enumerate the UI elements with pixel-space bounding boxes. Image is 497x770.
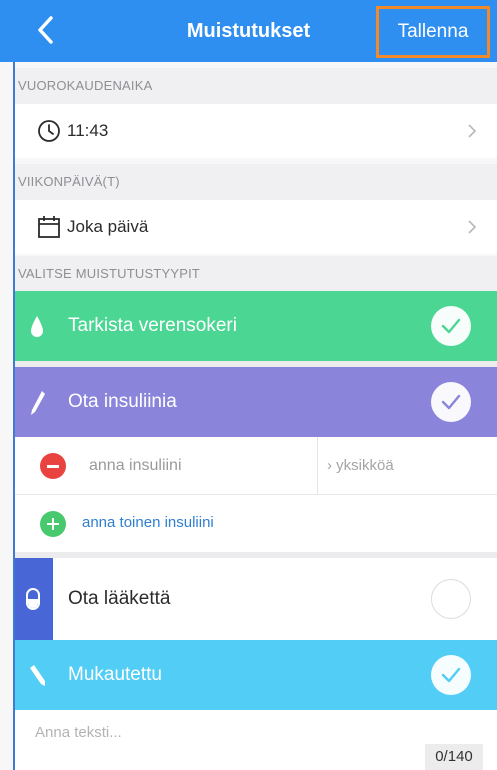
check-toggle[interactable]	[431, 382, 471, 422]
pill-strip	[15, 558, 53, 640]
weekday-row[interactable]: Joka päivä	[15, 200, 497, 254]
weekday-section-heading: VIIKONPÄIVÄ(T)	[15, 164, 497, 200]
time-section-heading: VUOROKAUDENAIKA	[15, 68, 497, 104]
unit-selector[interactable]: › yksikköä	[327, 437, 394, 494]
nav-bar: Muistutukset Tallenna	[0, 0, 497, 62]
time-row[interactable]: 11:43	[15, 104, 497, 158]
reminder-insulin[interactable]: Ota insuliinia	[15, 367, 497, 437]
pill-icon	[26, 588, 40, 610]
insulin-name-input[interactable]: anna insuliini	[89, 437, 182, 494]
check-toggle[interactable]	[431, 579, 471, 619]
reminder-label: Ota insuliinia	[68, 391, 177, 412]
syringe-icon	[31, 391, 45, 415]
checkmark-icon	[441, 318, 461, 334]
left-rail	[13, 0, 15, 770]
types-section-heading: VALITSE MUISTUTUSTYYPIT	[15, 256, 497, 292]
check-toggle[interactable]	[431, 655, 471, 695]
minus-icon	[47, 464, 59, 468]
character-counter: 0/140	[425, 744, 483, 770]
checkmark-icon	[441, 394, 461, 410]
reminder-medicine[interactable]: Ota lääkettä	[15, 558, 497, 640]
add-insulin-button[interactable]	[40, 511, 66, 537]
calendar-icon	[38, 216, 60, 238]
remove-insulin-button[interactable]	[40, 453, 66, 479]
reminder-custom[interactable]: Mukautettu	[15, 640, 497, 710]
back-button[interactable]	[30, 14, 62, 46]
check-toggle[interactable]	[431, 306, 471, 346]
reminders-screen: Muistutukset Tallenna VUOROKAUDENAIKA 11…	[0, 0, 497, 770]
add-insulin-link[interactable]: anna toinen insuliini	[82, 495, 214, 551]
chevron-right-icon	[468, 124, 477, 138]
time-value: 11:43	[67, 121, 109, 140]
custom-text-input[interactable]: Anna teksti... 0/140	[15, 710, 497, 770]
drop-icon	[31, 316, 43, 337]
checkmark-icon	[441, 667, 461, 683]
pencil-icon	[30, 665, 45, 686]
insulin-entry-panel: anna insuliini › yksikköä anna toinen in…	[15, 437, 497, 552]
reminder-label: Tarkista verensokeri	[68, 315, 237, 336]
chevron-right-icon	[468, 220, 477, 234]
clock-icon	[38, 120, 60, 142]
reminder-blood-sugar[interactable]: Tarkista verensokeri	[15, 291, 497, 361]
reminder-label: Ota lääkettä	[68, 588, 171, 609]
divider	[317, 437, 318, 494]
custom-text-placeholder: Anna teksti...	[35, 724, 122, 741]
chevron-left-icon	[38, 16, 53, 44]
save-button[interactable]: Tallenna	[376, 6, 490, 58]
reminder-label: Mukautettu	[68, 664, 162, 685]
weekday-value: Joka päivä	[67, 217, 149, 236]
